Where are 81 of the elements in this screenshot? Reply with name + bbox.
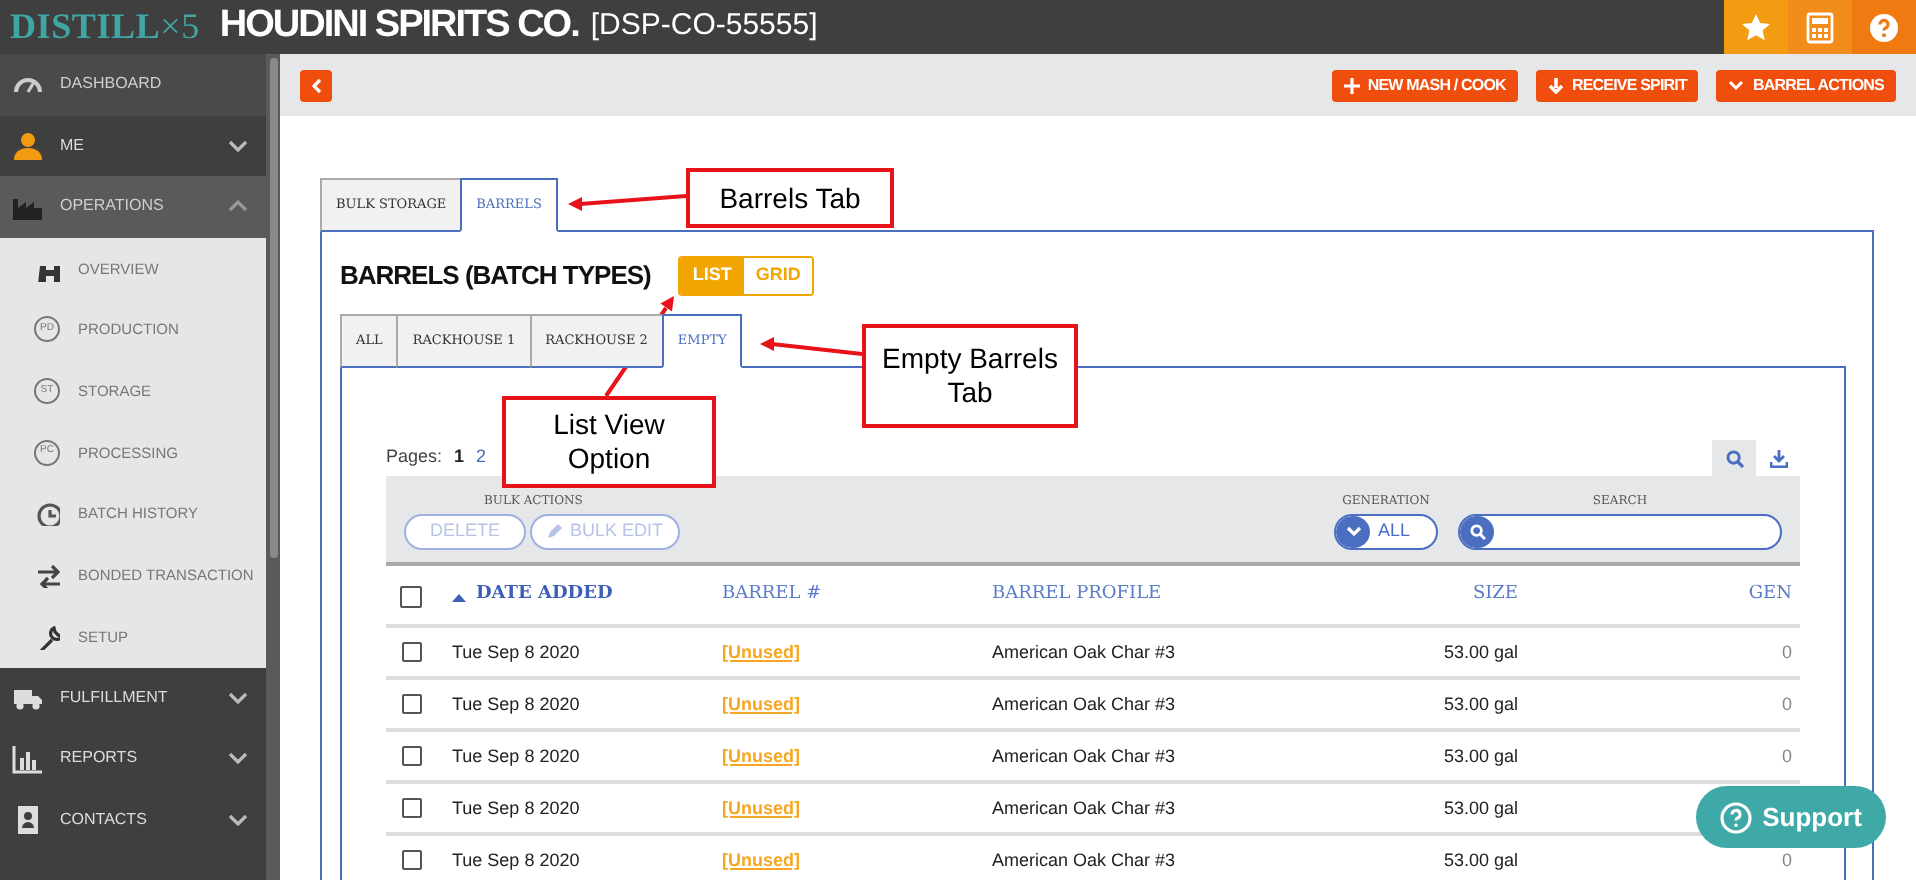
- sidebar-item[interactable]: DASHBOARD: [0, 54, 266, 116]
- generation-select[interactable]: ALL: [1334, 514, 1438, 550]
- column-header[interactable]: BARREL #: [722, 582, 992, 610]
- chevron-down-icon: [228, 814, 248, 827]
- table-cell-text: American Oak Char #3: [992, 850, 1178, 870]
- search-button[interactable]: [1712, 440, 1756, 476]
- star-icon: [1740, 11, 1772, 43]
- callout-arrow: [760, 337, 863, 356]
- toolbar-button[interactable]: NEW MASH / COOK: [1331, 69, 1518, 101]
- arrow-down-icon: [1547, 77, 1564, 93]
- chevron-up-icon: [228, 200, 248, 213]
- help-icon: [1868, 11, 1900, 43]
- help-icon: [1720, 801, 1753, 833]
- pages-label: Pages:: [386, 443, 443, 470]
- table-cell-text: 53.00 gal: [1441, 746, 1518, 766]
- address-book-icon: [12, 804, 44, 837]
- clock-icon: [34, 500, 60, 527]
- person-icon: [12, 129, 44, 162]
- search-icon: [1725, 449, 1743, 467]
- callout-box: Barrels Tab: [686, 168, 894, 228]
- table-cell-text: Tue Sep 8 2020: [452, 850, 582, 870]
- toolbar-button[interactable]: BARREL ACTIONS: [1716, 69, 1896, 101]
- column-header[interactable]: GEN: [1518, 582, 1792, 610]
- sort-ascending-icon: [452, 591, 466, 601]
- table-cell-text: Tue Sep 8 2020: [452, 798, 582, 818]
- back-button[interactable]: [300, 69, 332, 101]
- checkbox[interactable]: [402, 642, 422, 662]
- checkbox[interactable]: [400, 585, 422, 607]
- checkbox[interactable]: [402, 850, 422, 870]
- toolbar-button[interactable]: RECEIVE SPIRIT: [1535, 69, 1699, 101]
- bar-chart-icon: [12, 742, 44, 775]
- table-cell-text: 53.00 gal: [1441, 642, 1518, 662]
- calculator-button[interactable]: [1788, 0, 1852, 54]
- license-number: [DSP-CO-55555]: [590, 6, 818, 47]
- callout-arrow: [568, 194, 687, 211]
- table-cell-text: Tue Sep 8 2020: [452, 746, 582, 766]
- support-button[interactable]: Support: [1696, 786, 1886, 848]
- callout-box: List View Option: [502, 396, 716, 488]
- table-cell-text: 0: [1779, 850, 1792, 870]
- chevron-down-icon: [228, 691, 248, 704]
- table-cell-text: 0: [1779, 746, 1792, 766]
- table-cell-text: 0: [1779, 694, 1792, 714]
- column-header[interactable]: DATE ADDED: [452, 582, 722, 610]
- table-cell-text: 53.00 gal: [1441, 694, 1518, 714]
- column-header[interactable]: SIZE: [1316, 582, 1518, 610]
- column-header[interactable]: BARREL PROFILE: [992, 582, 1316, 610]
- callout-box: Empty Barrels Tab: [862, 324, 1078, 428]
- view-toggle-button[interactable]: LIST: [680, 258, 744, 294]
- table-cell-text: American Oak Char #3: [992, 798, 1178, 818]
- table-cell-text: American Oak Char #3: [992, 746, 1178, 766]
- table-cell-text: Tue Sep 8 2020: [452, 642, 582, 662]
- calculator-icon: [1804, 11, 1836, 43]
- plus-icon: [1343, 77, 1360, 93]
- page-link[interactable]: 2: [476, 443, 487, 470]
- sidebar-item[interactable]: OPERATIONS: [0, 176, 266, 238]
- company-name: HOUDINI SPIRITS CO.: [219, 2, 579, 51]
- chevron-down-icon: [1345, 526, 1361, 538]
- checkbox[interactable]: [402, 694, 422, 714]
- chevron-down-icon: [228, 139, 248, 152]
- table-cell-text: 0: [1779, 642, 1792, 662]
- help-button[interactable]: [1852, 0, 1916, 54]
- sidebar-scrollbar[interactable]: [266, 54, 280, 880]
- page-link[interactable]: 1: [454, 443, 465, 470]
- section-title: BARRELS (BATCH TYPES): [340, 258, 651, 295]
- chevron-down-icon: [1728, 77, 1745, 93]
- pencil-icon: [546, 524, 563, 540]
- transfer-icon: [34, 562, 60, 589]
- chevron-left-icon: [310, 77, 322, 93]
- search-icon: [1469, 524, 1485, 540]
- search-field[interactable]: [1458, 514, 1782, 550]
- table-cell-text: American Oak Char #3: [992, 694, 1178, 714]
- chevron-down-icon: [228, 752, 248, 765]
- table-cell-text: American Oak Char #3: [992, 642, 1178, 662]
- app-logo: DISTILL×5: [10, 4, 200, 50]
- table-cell-text: 53.00 gal: [1441, 850, 1518, 870]
- table-cell-text: 53.00 gal: [1441, 798, 1518, 818]
- checkbox[interactable]: [402, 746, 422, 766]
- download-icon: [1769, 449, 1787, 467]
- table-cell-text: Tue Sep 8 2020: [452, 694, 582, 714]
- star-button[interactable]: [1724, 0, 1788, 54]
- checkbox[interactable]: [402, 798, 422, 818]
